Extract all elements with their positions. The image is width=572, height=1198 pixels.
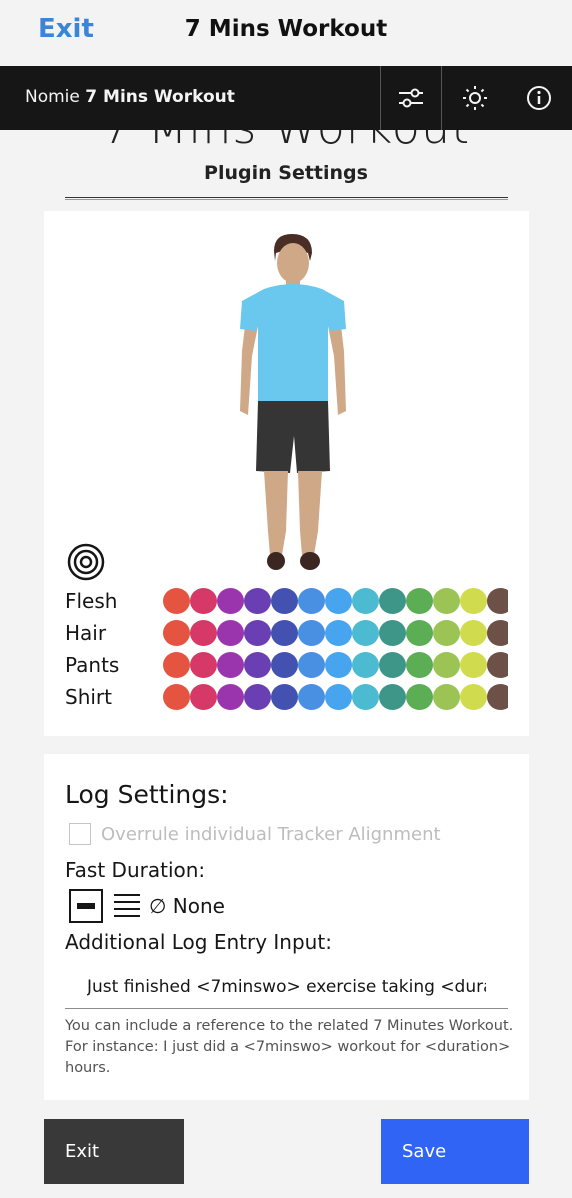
color-swatch[interactable] — [244, 620, 271, 646]
color-swatch[interactable] — [244, 588, 271, 614]
info-button[interactable] — [508, 66, 570, 130]
helper-text: You can include a reference to the relat… — [65, 1018, 514, 1076]
brightness-icon — [463, 86, 487, 110]
color-swatch[interactable] — [271, 588, 298, 614]
color-swatch[interactable] — [163, 620, 190, 646]
color-swatch[interactable] — [433, 652, 460, 678]
color-swatch[interactable] — [379, 620, 406, 646]
color-swatch[interactable] — [433, 684, 460, 710]
color-swatch[interactable] — [298, 684, 325, 710]
additional-input-label: Additional Log Entry Input: — [65, 930, 332, 954]
color-swatch[interactable] — [163, 588, 190, 614]
swatch-group — [163, 684, 508, 710]
color-swatch[interactable] — [190, 684, 217, 710]
color-swatch[interactable] — [406, 588, 433, 614]
color-swatch[interactable] — [352, 652, 379, 678]
ios-navigation-bar: Exit 7 Mins Workout — [0, 0, 572, 66]
color-swatch[interactable] — [433, 620, 460, 646]
color-row-shirt: Shirt — [65, 684, 508, 712]
overrule-checkbox[interactable] — [69, 823, 91, 845]
settings-button[interactable] — [380, 66, 442, 130]
settings-sliders-icon — [399, 88, 423, 108]
color-swatch[interactable] — [379, 588, 406, 614]
color-swatch[interactable] — [244, 684, 271, 710]
plugin-settings-subheading: Plugin Settings — [204, 162, 368, 184]
swatch-group — [163, 620, 508, 646]
color-swatch[interactable] — [190, 652, 217, 678]
brand-name: 7 Mins Workout — [85, 87, 235, 107]
color-swatch[interactable] — [487, 588, 508, 614]
overrule-option[interactable]: Overrule individual Tracker Alignment — [69, 822, 441, 846]
save-button[interactable]: Save — [381, 1119, 529, 1184]
avatar-card: Flesh Hair Pants Shirt — [44, 211, 529, 736]
color-swatch[interactable] — [406, 684, 433, 710]
log-settings-title: Log Settings: — [65, 780, 229, 809]
color-swatch[interactable] — [244, 652, 271, 678]
color-swatch[interactable] — [163, 652, 190, 678]
avatar-figure — [240, 234, 346, 570]
color-swatch[interactable] — [460, 620, 487, 646]
fast-duration-options: ∅ None — [69, 888, 225, 924]
list-icon[interactable] — [113, 891, 141, 921]
color-swatch[interactable] — [433, 588, 460, 614]
overrule-label: Overrule individual Tracker Alignment — [101, 823, 441, 845]
color-swatch[interactable] — [217, 620, 244, 646]
color-swatch[interactable] — [217, 684, 244, 710]
color-row-hair: Hair — [65, 620, 508, 648]
color-swatch[interactable] — [352, 684, 379, 710]
nav-title: 7 Mins Workout — [184, 16, 388, 42]
color-swatch[interactable] — [163, 684, 190, 710]
color-swatch[interactable] — [190, 588, 217, 614]
target-icon[interactable] — [66, 542, 106, 582]
color-swatch[interactable] — [325, 620, 352, 646]
color-swatch[interactable] — [298, 620, 325, 646]
app-header: Nomie 7 Mins Workout — [0, 66, 572, 130]
color-swatch[interactable] — [325, 652, 352, 678]
swatch-group — [163, 588, 508, 614]
color-swatch[interactable] — [325, 588, 352, 614]
color-swatch[interactable] — [352, 588, 379, 614]
exit-button[interactable]: Exit — [44, 1119, 184, 1184]
color-row-flesh: Flesh — [65, 588, 508, 616]
minus-box-icon[interactable] — [69, 889, 103, 923]
color-swatch[interactable] — [352, 620, 379, 646]
color-swatch[interactable] — [298, 652, 325, 678]
color-swatch[interactable] — [217, 588, 244, 614]
color-swatch[interactable] — [487, 620, 508, 646]
color-swatch[interactable] — [460, 652, 487, 678]
color-row-pants: Pants — [65, 652, 508, 680]
color-swatch[interactable] — [298, 588, 325, 614]
info-icon — [527, 86, 551, 110]
color-swatch[interactable] — [487, 652, 508, 678]
color-swatch[interactable] — [271, 684, 298, 710]
color-swatch[interactable] — [379, 652, 406, 678]
fast-duration-label: Fast Duration: — [65, 858, 206, 882]
color-swatch[interactable] — [406, 652, 433, 678]
color-swatch[interactable] — [271, 652, 298, 678]
color-swatch[interactable] — [217, 652, 244, 678]
swatch-group — [163, 652, 508, 678]
color-swatch[interactable] — [379, 684, 406, 710]
brand-prefix: Nomie — [25, 87, 80, 107]
additional-log-input[interactable] — [65, 966, 508, 1009]
row-label: Shirt — [65, 685, 112, 709]
none-option[interactable]: ∅ None — [149, 894, 225, 918]
brand: Nomie 7 Mins Workout — [25, 87, 235, 107]
row-label: Pants — [65, 653, 120, 677]
color-swatch[interactable] — [325, 684, 352, 710]
row-label: Hair — [65, 621, 107, 645]
color-swatch[interactable] — [487, 684, 508, 710]
row-label: Flesh — [65, 589, 118, 613]
divider — [65, 197, 508, 200]
brightness-button[interactable] — [444, 66, 506, 130]
color-swatch[interactable] — [460, 684, 487, 710]
color-swatch[interactable] — [271, 620, 298, 646]
color-swatch[interactable] — [460, 588, 487, 614]
color-swatch[interactable] — [406, 620, 433, 646]
color-swatch[interactable] — [190, 620, 217, 646]
log-settings-card: Log Settings: Overrule individual Tracke… — [44, 754, 529, 1100]
